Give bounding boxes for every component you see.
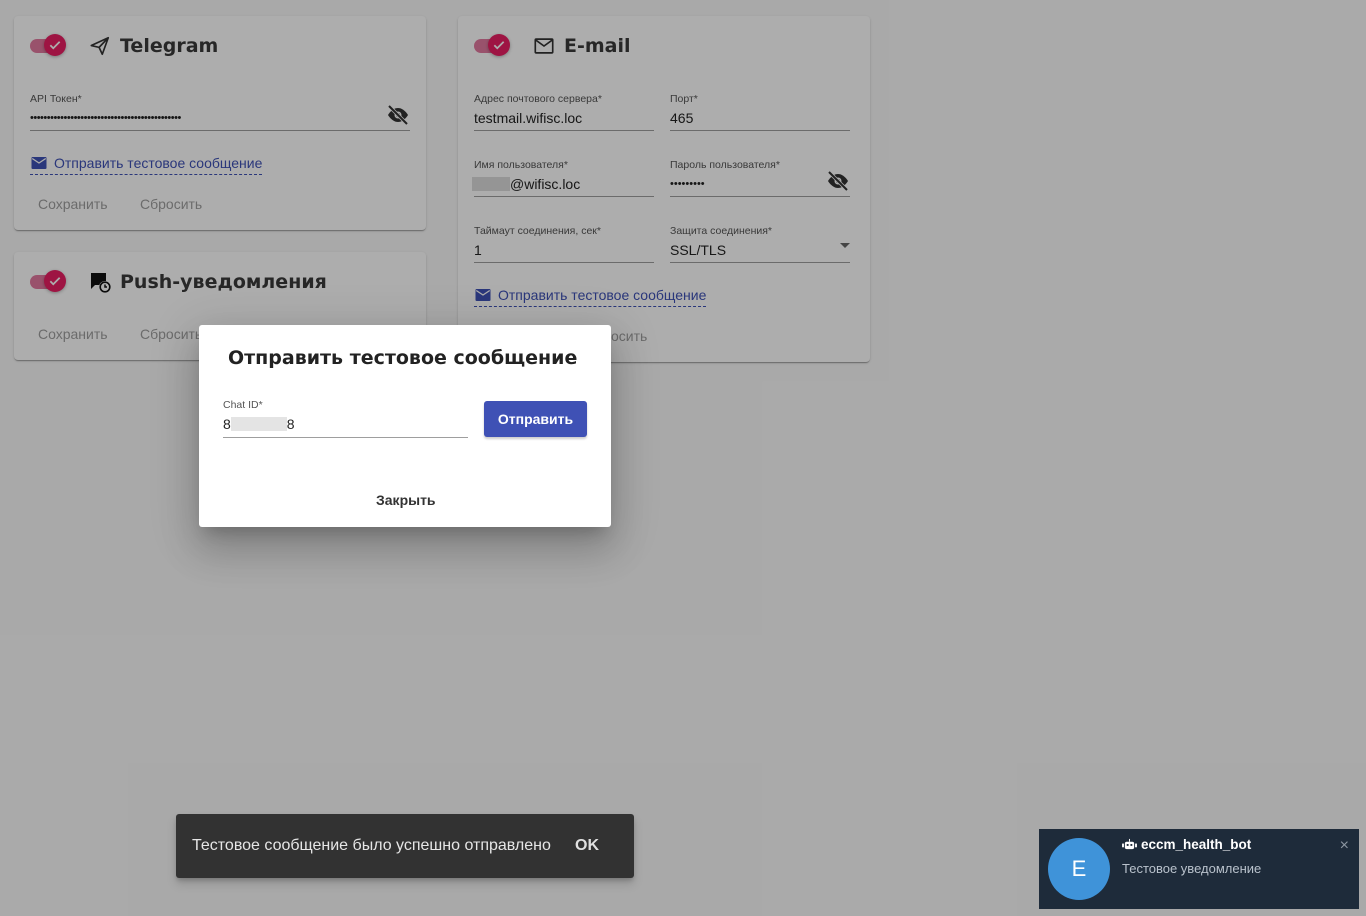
dialog-title: Отправить тестовое сообщение (228, 347, 578, 369)
desktop-notification[interactable]: E eccm_health_bot Тестовое уведомление × (1039, 829, 1359, 909)
chat-id-field[interactable]: Chat ID* 88 (223, 399, 468, 438)
notification-sender: eccm_health_bot (1122, 837, 1251, 852)
notification-sender-name: eccm_health_bot (1141, 837, 1252, 852)
chat-id-label: Chat ID* (223, 399, 263, 411)
close-icon[interactable]: × (1340, 837, 1349, 855)
send-button[interactable]: Отправить (484, 401, 587, 437)
settings-page: Telegram API Токен* ••••••••••••••••••••… (0, 0, 1366, 916)
send-test-dialog: Отправить тестовое сообщение Chat ID* 88… (199, 325, 611, 527)
bot-icon (1122, 838, 1137, 850)
notification-text: Тестовое уведомление (1122, 861, 1262, 876)
snackbar-message: Тестовое сообщение было успешно отправле… (192, 837, 551, 854)
avatar: E (1048, 838, 1110, 900)
snackbar: Тестовое сообщение было успешно отправле… (176, 814, 634, 878)
redacted-chat-id (230, 417, 287, 431)
chat-id-value: 88 (223, 416, 295, 432)
snackbar-ok-button[interactable]: OK (575, 837, 599, 855)
close-button[interactable]: Закрыть (376, 492, 436, 508)
